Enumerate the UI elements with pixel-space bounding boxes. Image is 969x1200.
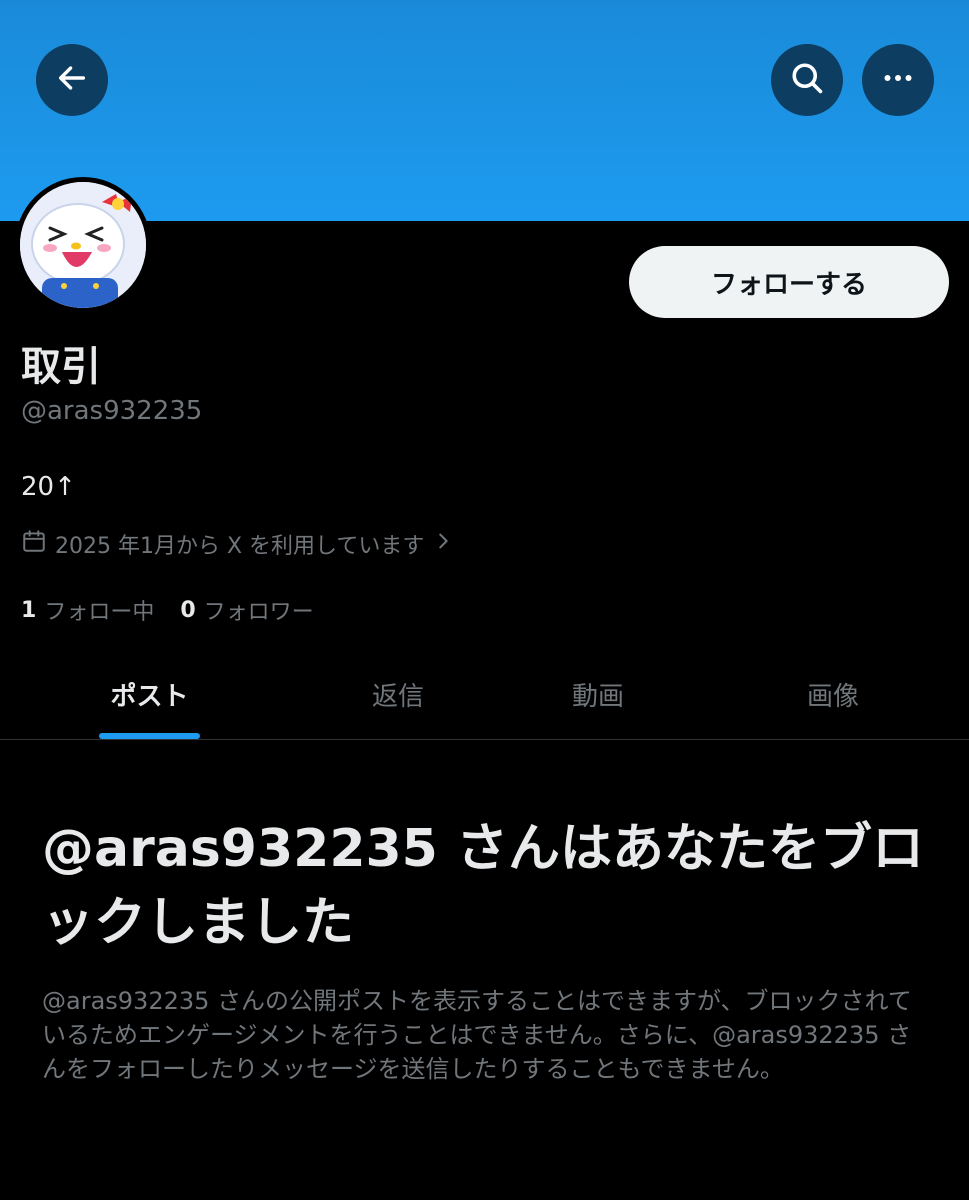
avatar[interactable] bbox=[15, 177, 151, 313]
more-options-button[interactable] bbox=[862, 44, 934, 116]
followers-count: 0 bbox=[180, 597, 196, 623]
followers-stat[interactable]: 0 フォロワー bbox=[180, 594, 313, 626]
username-handle: @aras932235 bbox=[21, 396, 203, 426]
profile-tabs: ポスト 返信 動画 画像 bbox=[0, 650, 969, 740]
tab-replies[interactable]: 返信 bbox=[348, 650, 448, 739]
search-icon bbox=[789, 60, 825, 100]
tab-posts[interactable]: ポスト bbox=[99, 650, 200, 739]
search-button[interactable] bbox=[771, 44, 843, 116]
join-date-text: 2025 年1月から X を利用しています bbox=[55, 534, 425, 559]
avatar-image bbox=[20, 182, 146, 308]
blocked-title: @aras932235 さんはあなたをブロックしました bbox=[42, 819, 924, 953]
calendar-icon bbox=[21, 528, 47, 560]
more-horizontal-icon bbox=[880, 60, 916, 100]
profile-bio: 20↑ bbox=[21, 472, 76, 502]
tab-videos[interactable]: 動画 bbox=[548, 650, 648, 739]
following-stat[interactable]: 1 フォロー中 bbox=[21, 594, 154, 626]
following-label: フォロー中 bbox=[44, 600, 155, 625]
arrow-left-icon bbox=[55, 61, 89, 99]
following-count: 1 bbox=[21, 597, 37, 623]
follow-stats: 1 フォロー中 0 フォロワー bbox=[21, 594, 340, 626]
active-tab-indicator bbox=[99, 733, 200, 739]
chevron-right-icon bbox=[432, 530, 454, 558]
blocked-message: @aras932235 さんの公開ポストを表示することはできますが、ブロックされ… bbox=[42, 987, 912, 1083]
follow-button[interactable]: フォローする bbox=[629, 246, 949, 318]
tab-images[interactable]: 画像 bbox=[783, 650, 883, 739]
join-date[interactable]: 2025 年1月から X を利用しています bbox=[21, 528, 454, 560]
followers-label: フォロワー bbox=[203, 600, 314, 625]
display-name: 取引 bbox=[21, 344, 101, 390]
back-button[interactable] bbox=[36, 44, 108, 116]
